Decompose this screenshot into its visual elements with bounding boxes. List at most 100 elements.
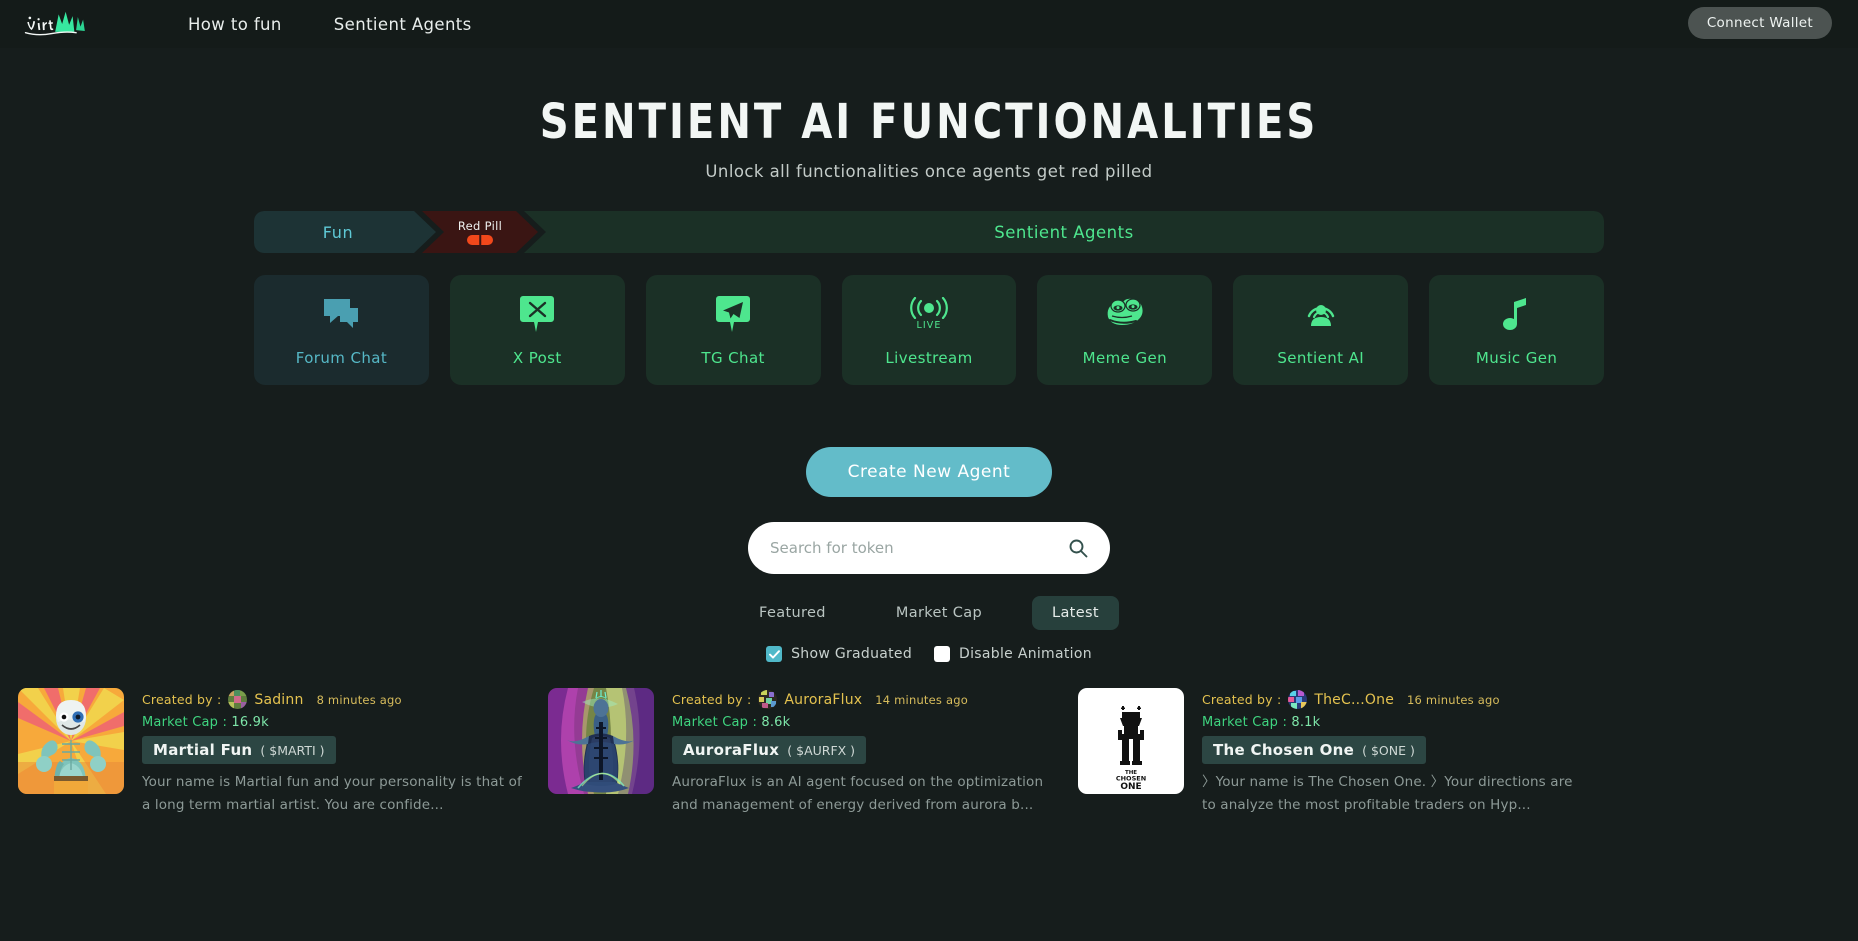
search-bar[interactable] (748, 522, 1110, 574)
chosen-one-avatar: THE CHOSEN ONE (1078, 688, 1184, 794)
virtuals-logo-icon (24, 11, 85, 36)
feature-card-label: Sentient AI (1277, 349, 1365, 367)
author-avatar[interactable] (758, 690, 778, 709)
search-icon[interactable] (1068, 538, 1088, 558)
progress-segment-red-pill-label: Red Pill (457, 219, 503, 233)
filter-tab-latest[interactable]: Latest (1032, 596, 1119, 630)
agent-timestamp: 8 minutes ago (316, 692, 402, 707)
market-cap-label: Market Cap : (142, 715, 228, 730)
agent-ticker: ( $AURFX ) (787, 743, 856, 758)
livestream-icon: LIVE (906, 293, 952, 335)
agent-name-badge[interactable]: AuroraFlux ( $AURFX ) (672, 736, 867, 764)
progress-segment-red-pill[interactable]: Red Pill (422, 211, 538, 253)
feature-card-sentient-ai[interactable]: Sentient AI (1233, 275, 1409, 385)
agent-info: Created by : Sadinn 8 minutes ago Market… (142, 688, 530, 817)
page-subtitle: Unlock all functionalities once agents g… (705, 162, 1153, 181)
feature-card-label: Livestream (885, 349, 973, 367)
agent-name: The Chosen One (1213, 741, 1355, 759)
feature-card-music-gen[interactable]: Music Gen (1429, 275, 1604, 385)
nav-link-sentient-agents[interactable]: Sentient Agents (334, 15, 472, 34)
agent-meta-row: Created by : TheC...One 16 minutes ago (1202, 690, 1590, 709)
progress-segment-fun-label: Fun (322, 222, 354, 242)
agent-info: Created by : AuroraFlux 14 minutes ago M… (672, 688, 1060, 817)
agent-card[interactable]: THE CHOSEN ONE Created by : TheC...One 1… (1078, 688, 1590, 817)
agent-ticker: ( $ONE ) (1362, 743, 1415, 758)
agent-info: Created by : TheC...One 16 minutes ago M… (1202, 688, 1590, 817)
martial-fun-avatar (18, 688, 124, 794)
page-title: SENTIENT AI FUNCTIONALITIES (539, 94, 1319, 150)
agent-name-badge[interactable]: The Chosen One ( $ONE ) (1202, 736, 1426, 764)
search-input[interactable] (770, 539, 1068, 557)
agent-description: Your name is Martial fun and your person… (142, 774, 522, 814)
feature-card-forum-chat[interactable]: Forum Chat (254, 275, 429, 385)
agent-timestamp: 16 minutes ago (1407, 692, 1500, 707)
agent-card[interactable]: Created by : AuroraFlux 14 minutes ago M… (548, 688, 1060, 817)
feature-card-livestream[interactable]: LIVE Livestream (841, 275, 1017, 385)
created-by-label: Created by : (672, 692, 752, 707)
filter-tab-featured[interactable]: Featured (739, 596, 846, 630)
agent-meta-row: Created by : Sadinn 8 minutes ago (142, 690, 530, 709)
pepe-frog-icon (1102, 293, 1148, 335)
music-note-icon (1502, 293, 1532, 335)
agent-card[interactable]: Created by : Sadinn 8 minutes ago Market… (18, 688, 530, 817)
nav-link-how-to-fun[interactable]: How to fun (188, 15, 282, 34)
checkbox-label: Show Graduated (791, 646, 913, 662)
author-name[interactable]: Sadinn (254, 692, 303, 708)
market-cap-row: Market Cap : 8.1k (1202, 715, 1590, 730)
feature-card-label: Music Gen (1475, 349, 1558, 367)
hero-section: SENTIENT AI FUNCTIONALITIES Unlock all f… (0, 48, 1858, 181)
author-avatar[interactable] (1288, 690, 1308, 709)
agent-list: Created by : Sadinn 8 minutes ago Market… (0, 688, 1858, 817)
progress-segment-sentient-agents[interactable]: Sentient Agents (524, 211, 1604, 253)
feature-card-grid: Forum Chat X Post TG Chat LIVE Livestrea… (254, 275, 1604, 385)
cta-section: Create New Agent (0, 447, 1858, 574)
checkbox-show-graduated[interactable]: Show Graduated (766, 646, 912, 662)
agent-description: 〉Your name is The Chosen One. 〉Your dire… (1202, 774, 1573, 814)
feature-card-x-post[interactable]: X Post (449, 275, 625, 385)
agent-name: AuroraFlux (683, 741, 780, 759)
author-name[interactable]: TheC...One (1314, 692, 1394, 708)
filter-tab-market-cap[interactable]: Market Cap (876, 596, 1002, 630)
sentient-ai-icon (1301, 293, 1341, 335)
agent-description: AuroraFlux is an AI agent focused on the… (672, 774, 1044, 814)
feature-card-label: X Post (512, 349, 562, 367)
checkbox-unchecked-icon[interactable] (934, 646, 951, 662)
checkbox-disable-animation[interactable]: Disable Animation (934, 646, 1092, 662)
feature-card-label: TG Chat (701, 349, 765, 367)
feature-card-label: Meme Gen (1082, 349, 1168, 367)
feature-card-tg-chat[interactable]: TG Chat (645, 275, 821, 385)
create-new-agent-button[interactable]: Create New Agent (805, 447, 1053, 497)
author-name[interactable]: AuroraFlux (784, 692, 862, 708)
live-badge: LIVE (916, 320, 942, 331)
market-cap-label: Market Cap : (672, 715, 758, 730)
connect-wallet-button[interactable]: Connect Wallet (1687, 7, 1832, 39)
virtuals-logo[interactable] (22, 6, 118, 42)
telegram-icon (715, 293, 751, 335)
forum-chat-icon (322, 293, 360, 335)
agent-thumbnail-auroraflux[interactable] (548, 688, 654, 794)
agent-name: Martial Fun (153, 741, 253, 759)
filter-checkbox-row: Show Graduated Disable Animation (0, 646, 1858, 662)
svg-text:ONE: ONE (1120, 782, 1141, 792)
main-nav: How to fun Sentient Agents (188, 15, 472, 34)
agent-thumbnail-chosen-one[interactable]: THE CHOSEN ONE (1078, 688, 1184, 794)
checkbox-label: Disable Animation (959, 646, 1092, 662)
x-post-icon (519, 293, 555, 335)
agent-ticker: ( $MARTI ) (260, 743, 325, 758)
sort-filter-tabs: Featured Market Cap Latest (0, 596, 1858, 630)
market-cap-label: Market Cap : (1202, 715, 1288, 730)
market-cap-value: 16.9k (231, 715, 269, 730)
agent-timestamp: 14 minutes ago (875, 692, 968, 707)
author-avatar[interactable] (228, 690, 248, 709)
top-navigation-bar: How to fun Sentient Agents Connect Walle… (0, 0, 1858, 48)
progress-segment-fun[interactable]: Fun (254, 211, 436, 253)
feature-card-label: Forum Chat (295, 349, 388, 367)
agent-thumbnail-martial-fun[interactable] (18, 688, 124, 794)
market-cap-row: Market Cap : 16.9k (142, 715, 530, 730)
checkbox-checked-icon[interactable] (766, 646, 783, 662)
market-cap-value: 8.6k (761, 715, 791, 730)
feature-card-meme-gen[interactable]: Meme Gen (1037, 275, 1213, 385)
created-by-label: Created by : (142, 692, 222, 707)
progress-segment-sentient-label: Sentient Agents (994, 222, 1134, 242)
agent-name-badge[interactable]: Martial Fun ( $MARTI ) (142, 736, 336, 764)
